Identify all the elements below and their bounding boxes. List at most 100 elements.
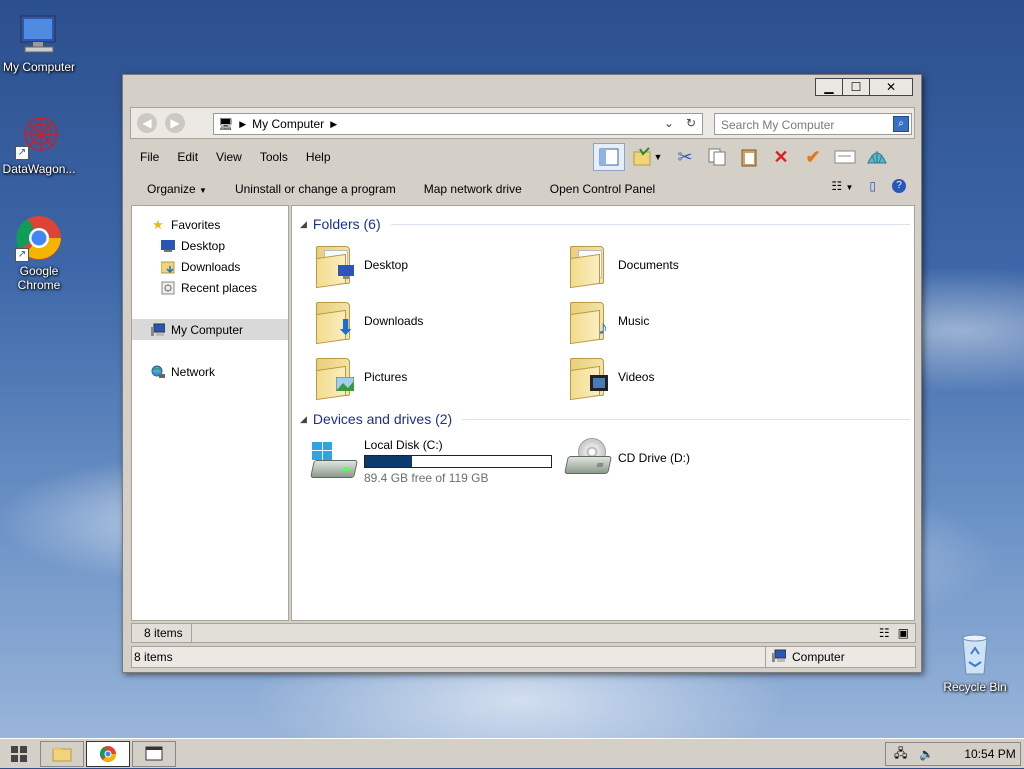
group-divider bbox=[462, 418, 910, 420]
shortcut-arrow-icon: ↗ bbox=[15, 146, 29, 160]
shell-icon[interactable] bbox=[861, 143, 893, 171]
computer-icon bbox=[15, 10, 63, 58]
group-title: Devices and drives (2) bbox=[312, 411, 453, 427]
nav-item-my-computer[interactable]: My Computer bbox=[132, 319, 288, 340]
nav-item-recent-places[interactable]: Recent places bbox=[132, 277, 288, 298]
drive-local-disk-c[interactable]: Local Disk (C:) 89.4 GB free of 119 GB bbox=[310, 438, 552, 485]
folders-group-header[interactable]: ◢ Folders (6) bbox=[300, 216, 910, 232]
folder-pictures[interactable]: Pictures bbox=[312, 352, 552, 402]
menu-file[interactable]: File bbox=[131, 147, 168, 167]
downloads-folder-icon bbox=[160, 259, 176, 275]
drive-cd-d[interactable]: CD Drive (D:) bbox=[564, 438, 690, 478]
collapse-triangle-icon[interactable]: ◢ bbox=[300, 414, 307, 425]
devices-group-header[interactable]: ◢ Devices and drives (2) bbox=[300, 411, 910, 427]
organize-button[interactable]: Organize ▼ bbox=[131, 182, 221, 196]
chevron-down-icon[interactable]: ▼ bbox=[654, 152, 663, 162]
desktop-icon-chrome[interactable]: ↗ Google Chrome bbox=[0, 214, 81, 292]
computer-icon: 🖥 bbox=[218, 117, 234, 131]
close-button[interactable]: ✕ bbox=[869, 78, 913, 96]
folder-downloads[interactable]: ⬇ Downloads bbox=[312, 296, 552, 346]
folder-videos[interactable]: Videos bbox=[566, 352, 806, 402]
network-status-icon[interactable]: 🖧 bbox=[894, 744, 907, 765]
forward-button[interactable]: ▶ bbox=[165, 113, 185, 133]
change-view-icon[interactable]: ☷ ▼ bbox=[831, 179, 853, 193]
paste-icon[interactable] bbox=[733, 143, 765, 171]
menu-tools[interactable]: Tools bbox=[251, 147, 297, 167]
network-icon bbox=[150, 364, 166, 380]
maximize-button[interactable]: ☐ bbox=[842, 78, 870, 96]
desktop-folder-icon bbox=[312, 242, 356, 289]
properties-icon[interactable] bbox=[829, 143, 861, 171]
map-network-drive-button[interactable]: Map network drive bbox=[410, 182, 536, 196]
uninstall-program-button[interactable]: Uninstall or change a program bbox=[221, 182, 410, 196]
menu-edit[interactable]: Edit bbox=[168, 147, 207, 167]
address-bar[interactable]: 🖥 ▶ My Computer ▶ ⌄ ↻ bbox=[213, 113, 703, 135]
menu-help[interactable]: Help bbox=[297, 147, 340, 167]
taskbar-app-button[interactable] bbox=[132, 740, 176, 767]
open-control-panel-button[interactable]: Open Control Panel bbox=[536, 182, 669, 196]
computer-icon bbox=[772, 649, 787, 666]
folder-desktop[interactable]: Desktop bbox=[312, 240, 552, 290]
documents-folder-icon bbox=[566, 242, 610, 289]
nav-label: Recent places bbox=[181, 280, 258, 295]
breadcrumb-separator-icon: ▶ bbox=[330, 118, 338, 129]
drive-usage-fill bbox=[365, 456, 412, 467]
large-icons-view-icon[interactable]: ▣ bbox=[898, 626, 909, 640]
chrome-icon: ↗ bbox=[15, 214, 63, 262]
delete-icon[interactable]: ✕ bbox=[765, 143, 797, 171]
details-view-icon[interactable]: ☷ bbox=[879, 626, 890, 640]
clock[interactable]: 10:54 PM bbox=[964, 747, 1015, 761]
nav-item-desktop[interactable]: Desktop bbox=[132, 235, 288, 256]
caption-buttons: ▁ ☐ ✕ bbox=[815, 78, 913, 96]
desktop-icon-label: DataWagon... bbox=[2, 162, 76, 176]
nav-item-downloads[interactable]: Downloads bbox=[132, 256, 288, 277]
taskbar-chrome-button[interactable] bbox=[86, 740, 130, 767]
nav-label: Favorites bbox=[171, 217, 221, 232]
minimize-button[interactable]: ▁ bbox=[815, 78, 843, 96]
desktop-icon-recycle-bin[interactable]: Recycle Bin bbox=[933, 630, 1017, 694]
refresh-icon[interactable]: ↻ bbox=[686, 116, 696, 130]
command-bar: Organize ▼ Uninstall or change a program… bbox=[131, 177, 916, 201]
nav-item-favorites[interactable]: ★ Favorites bbox=[132, 214, 288, 235]
taskbar: 🖧 🔈 10:54 PM bbox=[0, 738, 1024, 768]
volume-icon[interactable]: 🔈 bbox=[919, 747, 934, 761]
windows-logo-icon bbox=[312, 441, 332, 460]
search-icon[interactable]: ⌕ bbox=[893, 116, 909, 132]
star-icon: ★ bbox=[152, 216, 164, 232]
status-location: Computer bbox=[765, 647, 915, 667]
search-input[interactable]: Search My Computer ⌕ bbox=[714, 113, 912, 135]
address-row: ◀ ▶ 🖥 ▶ My Computer ▶ ⌄ ↻ Search My Comp… bbox=[130, 107, 915, 139]
folder-documents[interactable]: Documents bbox=[566, 240, 806, 290]
folder-label: Pictures bbox=[364, 370, 408, 384]
chevron-down-icon: ▼ bbox=[199, 186, 207, 195]
start-button[interactable] bbox=[0, 739, 38, 769]
music-folder-icon: ♪ bbox=[566, 298, 610, 345]
preview-pane-toggle-icon[interactable]: ▯ bbox=[869, 179, 876, 193]
folder-label: Documents bbox=[618, 258, 679, 272]
copy-icon[interactable] bbox=[701, 143, 733, 171]
cut-icon[interactable]: ✂ bbox=[669, 143, 701, 171]
drive-name: Local Disk (C:) bbox=[364, 438, 443, 452]
desktop-icon-datawagon[interactable]: ↗ DataWagon... bbox=[0, 112, 81, 176]
nav-label: Network bbox=[171, 364, 216, 379]
breadcrumb-my-computer[interactable]: My Computer bbox=[252, 117, 324, 131]
content-pane: ◢ Folders (6) Desktop Documents ⬇ Downlo… bbox=[291, 205, 915, 621]
nav-item-network[interactable]: Network bbox=[132, 361, 288, 382]
collapse-triangle-icon[interactable]: ◢ bbox=[300, 219, 307, 230]
back-button[interactable]: ◀ bbox=[137, 113, 157, 133]
nav-label: Downloads bbox=[181, 259, 241, 274]
folder-options-icon[interactable]: ▼ bbox=[625, 143, 669, 171]
check-icon[interactable]: ✔ bbox=[797, 143, 829, 171]
taskbar-explorer-button[interactable] bbox=[40, 740, 84, 767]
desktop-icon-label: Recycle Bin bbox=[943, 680, 1007, 694]
preview-pane-icon[interactable] bbox=[593, 143, 625, 171]
help-icon[interactable]: ? bbox=[892, 179, 906, 193]
nav-label: My Computer bbox=[171, 322, 244, 337]
status-item-count: 8 items bbox=[134, 650, 173, 664]
search-placeholder: Search My Computer bbox=[721, 118, 835, 132]
folder-music[interactable]: ♪ Music bbox=[566, 296, 806, 346]
chevron-down-icon[interactable]: ⌄ bbox=[664, 116, 674, 130]
videos-folder-icon bbox=[566, 354, 610, 401]
menu-view[interactable]: View bbox=[207, 147, 251, 167]
desktop-icon-my-computer[interactable]: My Computer bbox=[0, 10, 81, 74]
